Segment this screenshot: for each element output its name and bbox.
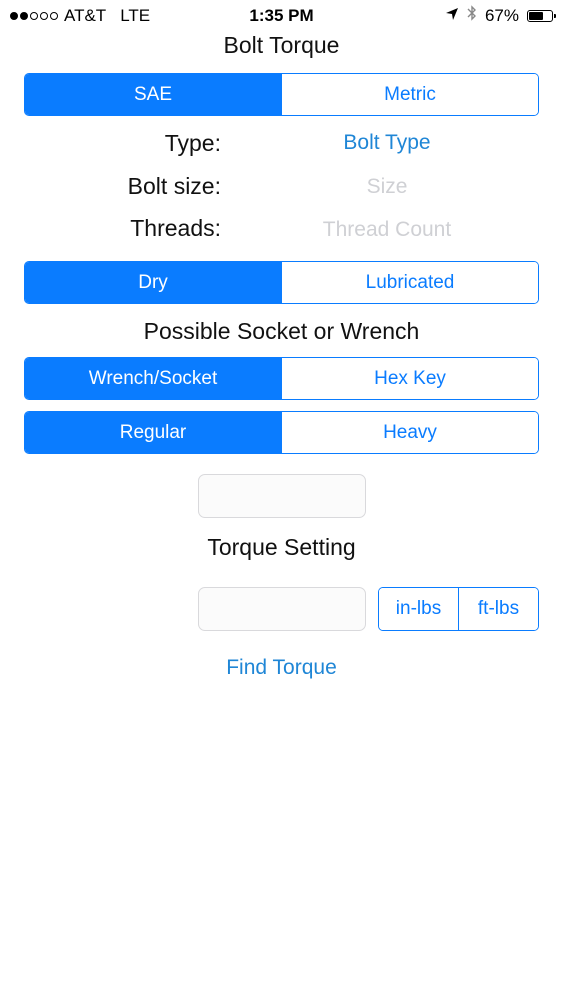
status-bar: AT&T LTE 1:35 PM 67% [0, 0, 563, 30]
socket-size-field[interactable] [198, 474, 366, 518]
bluetooth-icon [467, 5, 477, 26]
status-right: 67% [445, 5, 556, 26]
segment-metric[interactable]: Metric [281, 74, 538, 115]
segment-ft-lbs[interactable]: ft-lbs [458, 588, 538, 630]
segment-regular[interactable]: Regular [25, 412, 281, 453]
type-label: Type: [164, 130, 221, 156]
bolt-size-picker[interactable]: Size [287, 175, 487, 199]
unit-system-segmented-control: SAE Metric [24, 73, 539, 116]
segment-dry[interactable]: Dry [25, 262, 281, 303]
page-title: Bolt Torque [223, 32, 340, 58]
torque-units-segmented-control: in-lbs ft-lbs [378, 587, 539, 631]
tool-segmented-control: Wrench/Socket Hex Key [24, 357, 539, 400]
battery-fill [529, 11, 543, 20]
threads-label: Threads: [130, 215, 221, 241]
bolt-size-label: Bolt size: [127, 173, 221, 199]
segment-wrench-socket[interactable]: Wrench/Socket [25, 358, 281, 399]
segment-sae[interactable]: SAE [25, 74, 281, 115]
battery-icon [527, 9, 556, 22]
torque-section-title: Torque Setting [207, 534, 356, 560]
segment-lubricated[interactable]: Lubricated [281, 262, 538, 303]
location-arrow-icon [445, 6, 459, 26]
segment-in-lbs[interactable]: in-lbs [379, 588, 458, 630]
thread-count-picker[interactable]: Thread Count [287, 218, 487, 242]
duty-segmented-control: Regular Heavy [24, 411, 539, 454]
segment-heavy[interactable]: Heavy [281, 412, 538, 453]
bolt-torque-screen: AT&T LTE 1:35 PM 67% Bolt Torque SAE Met… [0, 0, 563, 1000]
torque-value-field[interactable] [198, 587, 366, 631]
socket-section-title: Possible Socket or Wrench [143, 318, 420, 344]
bolt-type-picker[interactable]: Bolt Type [287, 131, 487, 155]
condition-segmented-control: Dry Lubricated [24, 261, 539, 304]
find-torque-button[interactable]: Find Torque [0, 656, 563, 680]
battery-percent: 67% [484, 5, 519, 25]
segment-hex-key[interactable]: Hex Key [281, 358, 538, 399]
